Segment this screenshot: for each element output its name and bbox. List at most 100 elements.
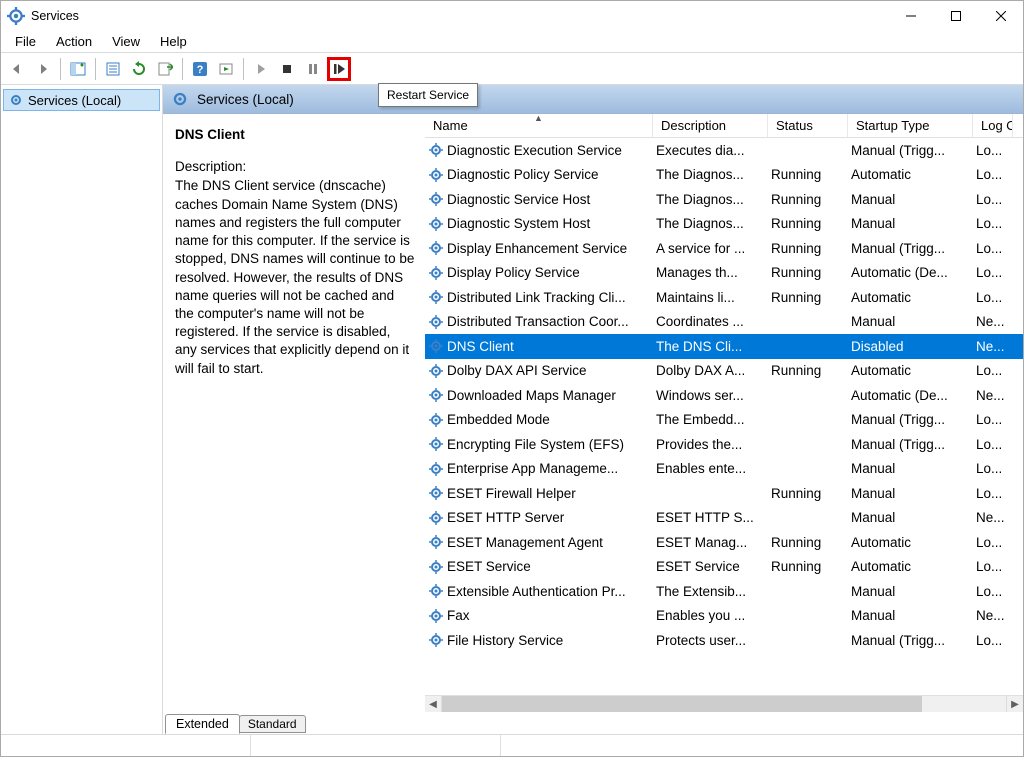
cell-desc: Windows ser... <box>653 388 768 403</box>
minimize-button[interactable] <box>888 1 933 31</box>
cell-name: Diagnostic Service Host <box>425 191 653 207</box>
cell-name: Display Enhancement Service <box>425 240 653 256</box>
cell-startup: Manual <box>848 314 973 329</box>
cell-logon: Lo... <box>973 241 1013 256</box>
help-button[interactable]: ? <box>188 57 212 81</box>
table-row[interactable]: FaxEnables you ...ManualNe... <box>425 604 1023 629</box>
cell-startup: Automatic <box>848 290 973 305</box>
cell-startup: Manual <box>848 216 973 231</box>
table-row[interactable]: Diagnostic Service HostThe Diagnos...Run… <box>425 187 1023 212</box>
back-button[interactable] <box>5 57 29 81</box>
cell-desc: Provides the... <box>653 437 768 452</box>
cell-name: Distributed Link Tracking Cli... <box>425 289 653 305</box>
table-row[interactable]: ESET Firewall HelperRunningManualLo... <box>425 481 1023 506</box>
cell-startup: Automatic (De... <box>848 388 973 403</box>
cell-name: Enterprise App Manageme... <box>425 461 653 477</box>
tree-item-services-local[interactable]: Services (Local) <box>3 89 160 111</box>
pause-service-button[interactable] <box>301 57 325 81</box>
table-row[interactable]: ESET ServiceESET ServiceRunningAutomatic… <box>425 555 1023 580</box>
table-row[interactable]: File History ServiceProtects user...Manu… <box>425 628 1023 653</box>
cell-startup: Manual (Trigg... <box>848 412 973 427</box>
table-row[interactable]: Distributed Link Tracking Cli...Maintain… <box>425 285 1023 310</box>
table-row[interactable]: Diagnostic Execution ServiceExecutes dia… <box>425 138 1023 163</box>
column-name[interactable]: Name▲ <box>425 114 653 137</box>
menu-view[interactable]: View <box>102 32 150 51</box>
cell-desc: The Diagnos... <box>653 167 768 182</box>
list-body[interactable]: Diagnostic Execution ServiceExecutes dia… <box>425 138 1023 695</box>
table-row[interactable]: Distributed Transaction Coor...Coordinat… <box>425 310 1023 335</box>
cell-name: Dolby DAX API Service <box>425 363 653 379</box>
cell-desc: Coordinates ... <box>653 314 768 329</box>
table-row[interactable]: Diagnostic System HostThe Diagnos...Runn… <box>425 212 1023 237</box>
cell-name: ESET Firewall Helper <box>425 485 653 501</box>
cell-desc: Maintains li... <box>653 290 768 305</box>
maximize-button[interactable] <box>933 1 978 31</box>
cell-logon: Lo... <box>973 633 1013 648</box>
restart-service-button[interactable] <box>327 57 351 81</box>
tree-pane: Services (Local) <box>1 85 163 734</box>
export-button[interactable] <box>153 57 177 81</box>
table-row[interactable]: Dolby DAX API ServiceDolby DAX A...Runni… <box>425 359 1023 384</box>
menu-file[interactable]: File <box>5 32 46 51</box>
cell-desc: Dolby DAX A... <box>653 363 768 378</box>
column-startup[interactable]: Startup Type <box>848 114 973 137</box>
stop-service-button[interactable] <box>275 57 299 81</box>
scroll-right-icon[interactable]: ▶ <box>1006 696 1023 712</box>
column-status[interactable]: Status <box>768 114 848 137</box>
start-service-button[interactable] <box>249 57 273 81</box>
cell-desc: The Diagnos... <box>653 192 768 207</box>
scrollbar-thumb[interactable] <box>442 696 922 712</box>
refresh-button[interactable] <box>127 57 151 81</box>
cell-logon: Ne... <box>973 388 1013 403</box>
cell-startup: Manual (Trigg... <box>848 143 973 158</box>
pane-title: Services (Local) <box>197 92 294 107</box>
column-logon[interactable]: Log On As <box>973 114 1013 137</box>
cell-logon: Lo... <box>973 535 1013 550</box>
statusbar <box>1 734 1023 756</box>
cell-name: ESET Management Agent <box>425 534 653 550</box>
scroll-left-icon[interactable]: ◀ <box>425 696 442 712</box>
cell-startup: Automatic <box>848 167 973 182</box>
table-row[interactable]: ESET Management AgentESET Manag...Runnin… <box>425 530 1023 555</box>
cell-logon: Lo... <box>973 486 1013 501</box>
table-row[interactable]: Diagnostic Policy ServiceThe Diagnos...R… <box>425 163 1023 188</box>
svg-text:?: ? <box>197 64 204 76</box>
table-row[interactable]: DNS ClientThe DNS Cli...DisabledNe... <box>425 334 1023 359</box>
tree-item-label: Services (Local) <box>28 93 121 108</box>
table-row[interactable]: Encrypting File System (EFS)Provides the… <box>425 432 1023 457</box>
table-row[interactable]: Extensible Authentication Pr...The Exten… <box>425 579 1023 604</box>
table-row[interactable]: Embedded ModeThe Embedd...Manual (Trigg.… <box>425 408 1023 433</box>
forward-button[interactable] <box>31 57 55 81</box>
properties-button[interactable] <box>101 57 125 81</box>
table-row[interactable]: Enterprise App Manageme...Enables ente..… <box>425 457 1023 482</box>
column-description[interactable]: Description <box>653 114 768 137</box>
cell-logon: Lo... <box>973 143 1013 158</box>
menu-action[interactable]: Action <box>46 32 102 51</box>
cell-name: Display Policy Service <box>425 265 653 281</box>
cell-desc: Enables you ... <box>653 608 768 623</box>
cell-desc: Manages th... <box>653 265 768 280</box>
toolbar: ? Restart Service <box>1 53 1023 85</box>
cell-logon: Ne... <box>973 339 1013 354</box>
cell-desc: ESET HTTP S... <box>653 510 768 525</box>
table-row[interactable]: Display Policy ServiceManages th...Runni… <box>425 261 1023 286</box>
cell-logon: Lo... <box>973 290 1013 305</box>
horizontal-scrollbar[interactable]: ◀ ▶ <box>425 695 1023 712</box>
table-row[interactable]: Downloaded Maps ManagerWindows ser...Aut… <box>425 383 1023 408</box>
close-button[interactable] <box>978 1 1023 31</box>
cell-startup: Automatic (De... <box>848 265 973 280</box>
cell-status: Running <box>768 363 848 378</box>
table-row[interactable]: Display Enhancement ServiceA service for… <box>425 236 1023 261</box>
sort-asc-icon: ▲ <box>534 114 543 123</box>
tab-standard[interactable]: Standard <box>239 715 306 733</box>
cell-logon: Lo... <box>973 192 1013 207</box>
action-button[interactable] <box>214 57 238 81</box>
table-row[interactable]: ESET HTTP ServerESET HTTP S...ManualNe..… <box>425 506 1023 531</box>
cell-startup: Disabled <box>848 339 973 354</box>
show-hide-tree-button[interactable] <box>66 57 90 81</box>
menu-help[interactable]: Help <box>150 32 197 51</box>
cell-desc: ESET Manag... <box>653 535 768 550</box>
cell-name: Fax <box>425 608 653 624</box>
window-title: Services <box>31 9 79 23</box>
tab-extended[interactable]: Extended <box>165 714 240 734</box>
